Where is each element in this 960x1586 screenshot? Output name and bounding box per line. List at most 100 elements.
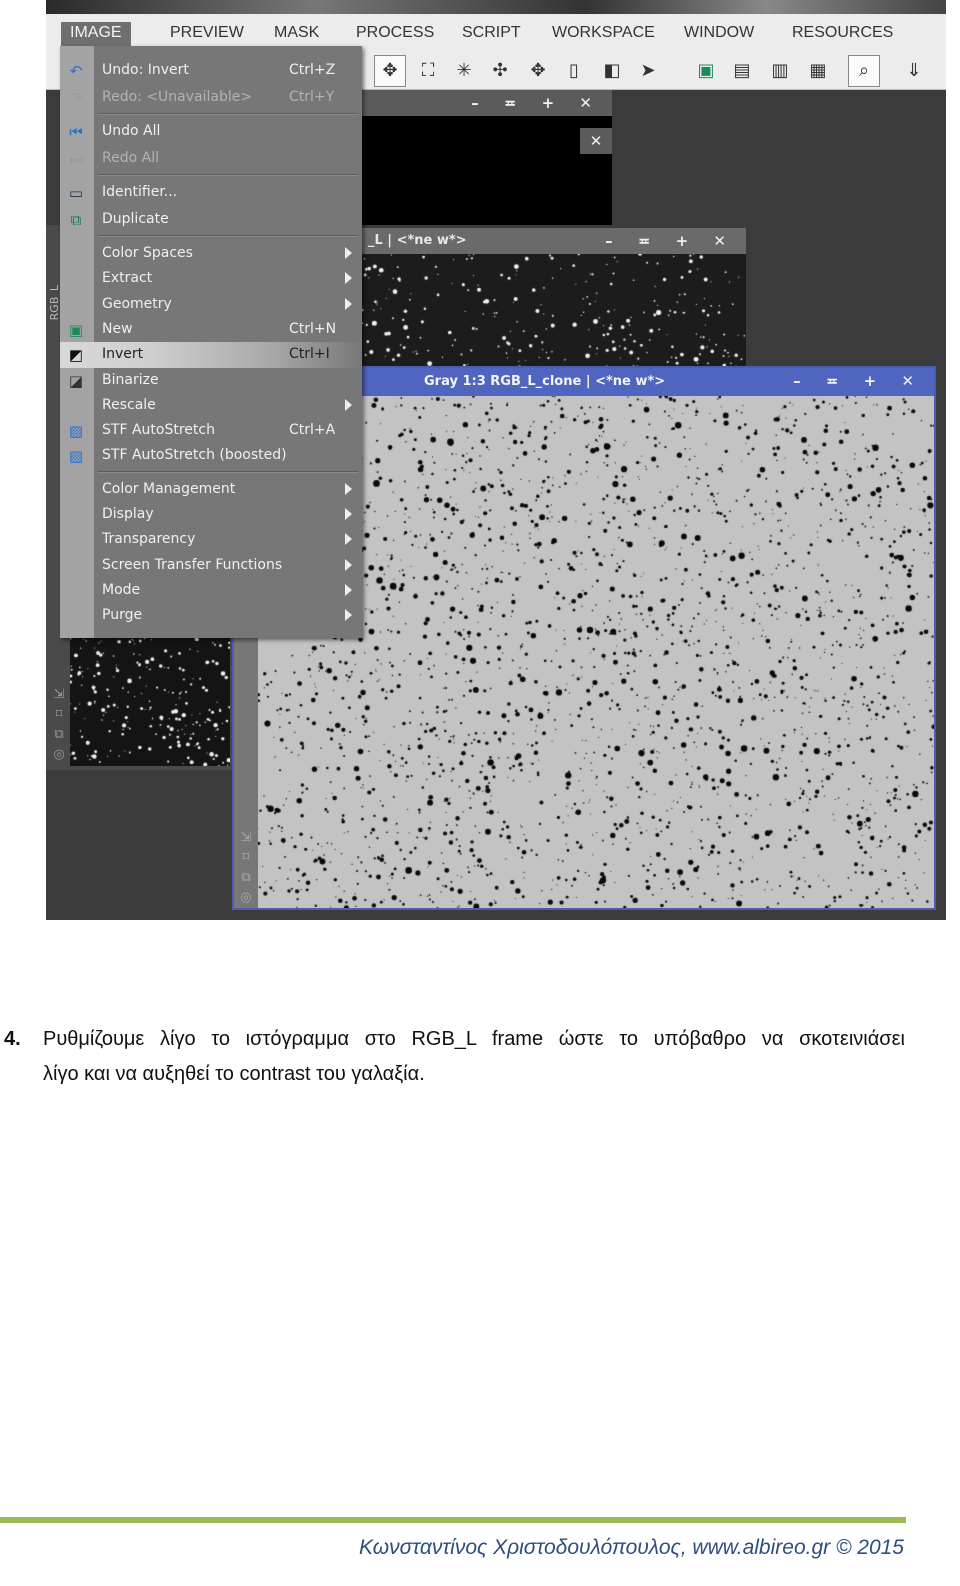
menu-item-undo-all[interactable]: ⏮ Undo All — [60, 119, 362, 145]
menu-item-label: Duplicate — [102, 210, 169, 227]
menu-item-stf-autostretch[interactable]: ▨ STF AutoStretch Ctrl+A — [60, 418, 362, 444]
menu-window[interactable]: WINDOW — [684, 24, 754, 42]
menu-item-extract[interactable]: Extract — [60, 266, 362, 292]
menu-separator — [98, 113, 358, 115]
menu-item-new[interactable]: ▣ New Ctrl+N — [60, 317, 362, 343]
menu-item-color-management[interactable]: Color Management — [60, 477, 362, 503]
pixinsight-screenshot: IMAGE PREVIEW MASK PROCESS SCRIPT WORKSPACE WI… — [46, 0, 946, 920]
menu-separator — [98, 235, 358, 237]
image-window-black[interactable]: ✕ — [580, 128, 612, 225]
menu-item-label: Extract — [102, 270, 153, 287]
menu-process[interactable]: PROCESS — [356, 24, 434, 42]
submenu-arrow-icon — [345, 533, 352, 546]
window-title: Gray 1:3 RGB_L_clone | <*ne w*> — [424, 374, 666, 389]
identifier-icon: ▭ — [68, 184, 84, 202]
delete-preview-icon[interactable]: ▦ — [806, 60, 830, 81]
menu-item-label: Geometry — [102, 295, 172, 312]
view-strip-icons[interactable]: ⇲ ⌑ ⧉ ◎ — [48, 685, 70, 765]
menu-preview[interactable]: PREVIEW — [170, 24, 244, 42]
step-number: 4. — [4, 1028, 21, 1050]
pan-icon[interactable]: ✥ — [374, 55, 406, 87]
step-text-line1: Ρυθμίζουμε λίγο το ιστόγραμμα στο RGB_L … — [43, 1028, 905, 1050]
menu-item-label: Invert — [102, 346, 144, 363]
menu-item-screen-transfer-functions[interactable]: Screen Transfer Functions — [60, 553, 362, 579]
duplicate-icon: ⧉ — [70, 210, 82, 229]
image-window-middle[interactable]: _L | <*ne w*> – ≖ + ✕ — [362, 228, 746, 368]
menu-item-color-spaces[interactable]: Color Spaces — [60, 241, 362, 267]
pointer-icon[interactable]: ➤ — [636, 60, 660, 81]
menu-item-label: STF AutoStretch (boosted) — [102, 447, 287, 464]
window-controls[interactable]: – ≖ + ✕ — [605, 232, 736, 250]
menu-item-purge[interactable]: Purge — [60, 603, 362, 629]
menu-item-duplicate[interactable]: ⧉ Duplicate — [60, 207, 362, 233]
menu-item-shortcut: Ctrl+A — [289, 422, 336, 439]
move-icon[interactable]: ✥ — [526, 60, 550, 81]
clone-preview-icon[interactable]: ▥ — [768, 60, 792, 81]
menu-item-shortcut: Ctrl+Z — [289, 62, 336, 78]
star-image — [362, 254, 746, 368]
invert-icon: ◩ — [68, 346, 84, 365]
zoom-fit-icon[interactable]: ⛶ — [416, 60, 440, 81]
image-menu-dropdown: ↶ Undo: Invert Ctrl+Z ↷ Redo: <Unavailable> C… — [60, 46, 362, 638]
menu-item-geometry[interactable]: Geometry — [60, 292, 362, 318]
image-window-back[interactable]: – ≖ + ✕ — [360, 90, 612, 225]
step-text-line2: λίγο και να αυξηθεί το contrast του γαλα… — [43, 1063, 425, 1085]
footer-rule — [0, 1517, 906, 1523]
menu-item-label: Identifier... — [102, 184, 178, 200]
menu-item-label: Undo: Invert — [102, 62, 189, 78]
import-icon[interactable]: ⇓ — [902, 60, 926, 81]
menu-item-identifier[interactable]: ▭ Identifier... — [60, 180, 362, 206]
new-preview-icon[interactable]: ▣ — [694, 60, 718, 81]
window-select-icon[interactable]: ◧ — [600, 60, 624, 81]
close-icon[interactable]: ✕ — [580, 128, 612, 154]
menu-resources[interactable]: RESOURCES — [792, 24, 893, 42]
menu-item-binarize[interactable]: ◪ Binarize — [60, 368, 362, 394]
menu-item-shortcut: Ctrl+N — [289, 320, 337, 337]
title-bar — [46, 0, 946, 14]
footer-credit: Κωνσταντίνος Χριστοδουλόπουλος, www.albi… — [359, 1536, 904, 1559]
window-title-bar[interactable]: – ≖ + ✕ — [360, 90, 612, 116]
window-title-bar[interactable]: _L | <*ne w*> – ≖ + ✕ — [362, 228, 746, 254]
menu-item-label: New — [102, 320, 133, 337]
zoom-out-icon[interactable]: ✣ — [488, 60, 512, 81]
stf-autostretch-boosted-icon: ▨ — [68, 447, 84, 466]
menu-item-label: Redo: <Unavailable> — [102, 88, 253, 105]
menu-item-label: Color Spaces — [102, 245, 193, 261]
edit-preview-icon[interactable]: ▤ — [730, 60, 754, 81]
submenu-arrow-icon — [345, 398, 352, 411]
menu-item-label: Screen Transfer Functions — [102, 556, 283, 573]
menu-item-stf-autostretch-boosted[interactable]: ▨ STF AutoStretch (boosted) — [60, 443, 362, 469]
menu-item-label: Purge — [102, 607, 143, 624]
redo-all-icon: ⏭ — [69, 149, 83, 168]
view-strip-icons[interactable]: ⇲ ⌑ ⧉ ◎ — [235, 828, 257, 908]
window-controls[interactable]: – ≖ + ✕ — [471, 94, 602, 112]
undo-icon: ↶ — [69, 62, 83, 80]
stf-autostretch-icon: ▨ — [68, 422, 84, 441]
readout-icon[interactable]: ⌕ — [848, 55, 880, 87]
menu-item-shortcut: Ctrl+I — [289, 346, 330, 363]
menu-item-label: STF AutoStretch — [102, 422, 215, 439]
window-icon[interactable]: ▯ — [562, 60, 586, 81]
menu-item-redo-all[interactable]: ⏭ Redo All — [60, 146, 362, 172]
submenu-arrow-icon — [345, 482, 352, 495]
menu-item-label: Redo All — [102, 149, 159, 166]
submenu-arrow-icon — [345, 558, 352, 571]
menu-item-shortcut: Ctrl+Y — [289, 88, 335, 105]
menu-item-display[interactable]: Display — [60, 502, 362, 528]
window-title: _L | <*ne w*> — [368, 233, 467, 248]
menu-item-redo-unavailable[interactable]: ↷ Redo: <Unavailable> Ctrl+Y — [60, 85, 362, 111]
menu-script[interactable]: SCRIPT — [462, 24, 521, 42]
menu-workspace[interactable]: WORKSPACE — [552, 24, 655, 42]
submenu-arrow-icon — [345, 609, 352, 622]
menu-item-undo-invert[interactable]: ↶ Undo: Invert Ctrl+Z — [60, 58, 362, 84]
redo-icon: ↷ — [69, 88, 83, 107]
menu-item-invert[interactable]: ◩ Invert Ctrl+I — [60, 342, 362, 369]
menu-item-mode[interactable]: Mode — [60, 578, 362, 604]
menu-item-transparency[interactable]: Transparency — [60, 527, 362, 553]
menu-item-rescale[interactable]: Rescale — [60, 393, 362, 419]
window-controls[interactable]: – ≖ + ✕ — [793, 372, 924, 390]
zoom-in-icon[interactable]: ✳ — [452, 60, 476, 81]
menu-mask[interactable]: MASK — [274, 24, 319, 42]
star-image — [70, 638, 230, 766]
menu-item-label: Binarize — [102, 371, 159, 388]
